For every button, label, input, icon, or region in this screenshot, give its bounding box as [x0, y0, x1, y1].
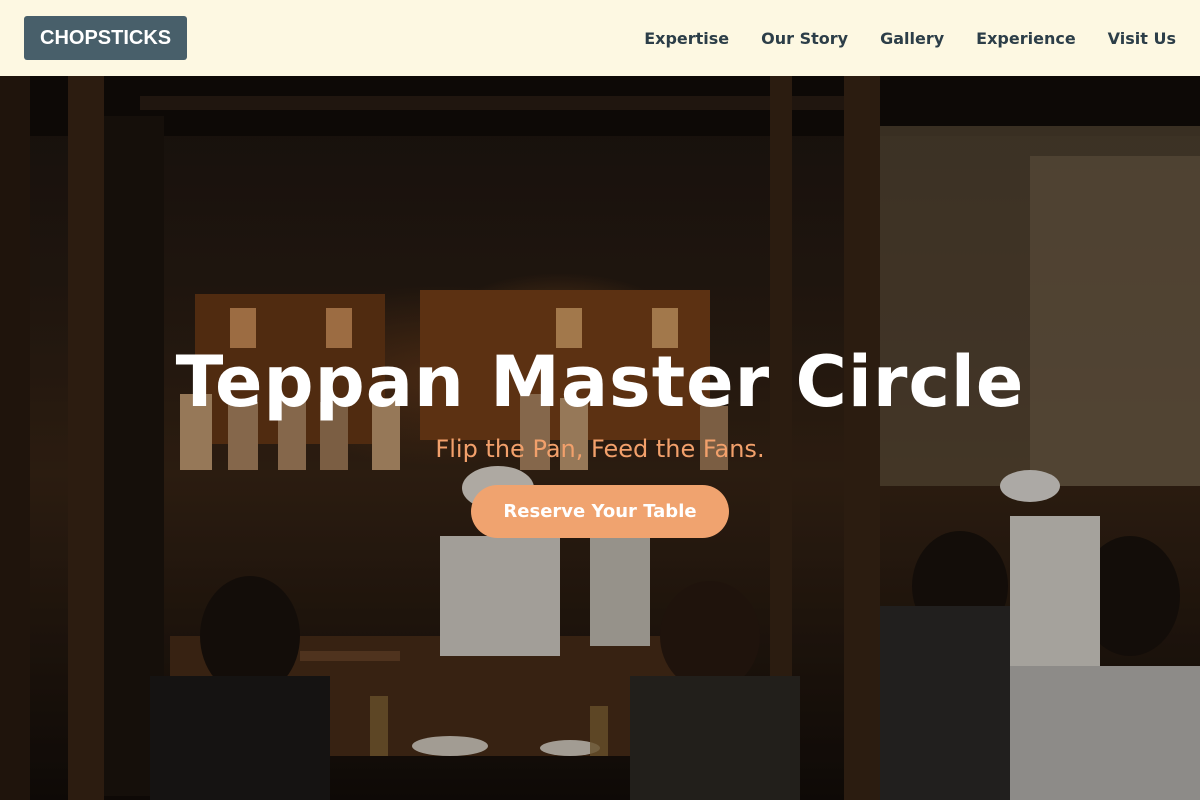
hero-title: Teppan Master Circle — [175, 341, 1025, 423]
reserve-table-button[interactable]: Reserve Your Table — [471, 485, 729, 538]
nav-link-our-story[interactable]: Our Story — [761, 29, 848, 48]
top-navbar: CHOPSTICKS Expertise Our Story Gallery E… — [0, 0, 1200, 76]
hero-subtitle: Flip the Pan, Feed the Fans. — [435, 435, 765, 463]
nav-link-experience[interactable]: Experience — [976, 29, 1076, 48]
brand-logo[interactable]: CHOPSTICKS — [24, 16, 188, 60]
nav-link-visit-us[interactable]: Visit Us — [1108, 29, 1176, 48]
main-nav: Expertise Our Story Gallery Experience V… — [644, 29, 1176, 48]
hero-section: Teppan Master Circle Flip the Pan, Feed … — [0, 76, 1200, 800]
hero-content: Teppan Master Circle Flip the Pan, Feed … — [0, 76, 1200, 800]
nav-link-expertise[interactable]: Expertise — [644, 29, 729, 48]
nav-link-gallery[interactable]: Gallery — [880, 29, 944, 48]
